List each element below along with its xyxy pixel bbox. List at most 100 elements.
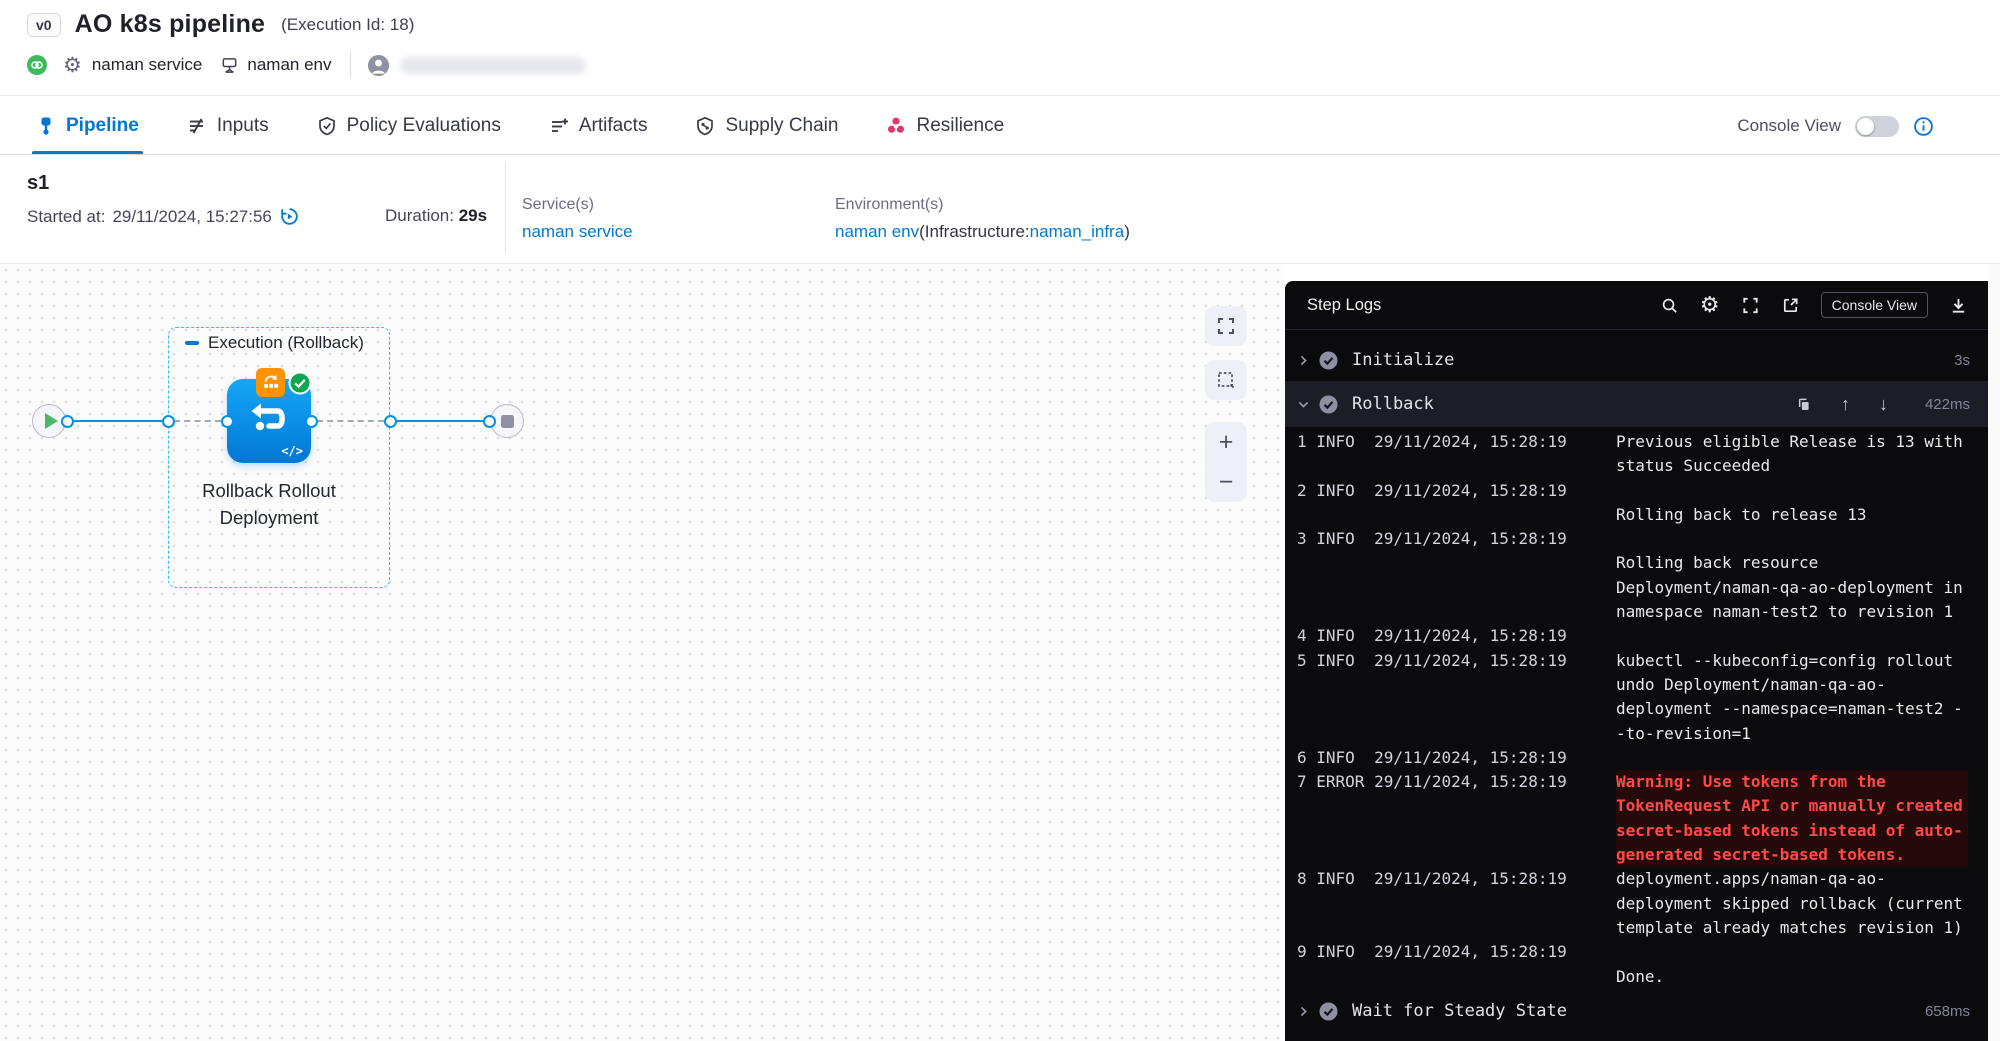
connector-dot xyxy=(221,415,234,428)
copy-logs-icon[interactable] xyxy=(1795,396,1812,413)
log-entry-meta: 9 INFO 29/11/2024, 15:28:19 xyxy=(1285,940,1616,989)
log-region: Step Logs ⚙ Console View xyxy=(1285,264,2000,1041)
console-view-label: Console View xyxy=(1737,116,1841,136)
tab-resilience[interactable]: Resilience xyxy=(886,97,1004,154)
execution-tabbar: Pipeline Inputs Policy Evaluations Artif… xyxy=(0,97,2000,155)
log-settings-gear-icon[interactable]: ⚙ xyxy=(1700,294,1720,316)
policy-shield-icon xyxy=(317,116,337,136)
log-entry-message: Rolling back resource Deployment/naman-q… xyxy=(1616,527,1968,624)
environment-link-line: naman env(Infrastructure:naman_infra) xyxy=(835,222,1130,242)
play-icon xyxy=(45,413,58,429)
connector-dot xyxy=(305,415,318,428)
section-name: Initialize xyxy=(1352,350,1454,370)
environment-link[interactable]: naman env xyxy=(835,222,919,241)
header-environment-name[interactable]: naman env xyxy=(247,55,331,75)
group-label: Execution (Rollback) xyxy=(208,333,364,353)
search-icon[interactable] xyxy=(1660,296,1679,315)
log-entry-message: Done. xyxy=(1616,940,1968,989)
open-external-icon[interactable] xyxy=(1781,296,1800,315)
title-row: v0 AO k8s pipeline (Execution Id: 18) xyxy=(27,10,414,39)
chevron-right-icon[interactable] xyxy=(1296,353,1311,368)
execution-id: (Execution Id: 18) xyxy=(281,15,414,35)
step-logs-panel: Step Logs ⚙ Console View xyxy=(1285,281,1988,1041)
tab-supply-chain-label: Supply Chain xyxy=(725,115,838,137)
zoom-in-button[interactable]: + xyxy=(1205,422,1247,462)
canvas-select-button[interactable] xyxy=(1205,360,1247,400)
tab-pipeline-label: Pipeline xyxy=(66,115,139,137)
tab-resilience-label: Resilience xyxy=(916,115,1004,137)
rollback-arrow-icon xyxy=(244,395,294,443)
step-success-icon xyxy=(1318,394,1339,415)
chevron-down-icon[interactable] xyxy=(1296,397,1311,412)
log-entry-meta: 8 INFO 29/11/2024, 15:28:19 xyxy=(1285,867,1616,940)
log-entry-message: Warning: Use tokens from the TokenReques… xyxy=(1616,770,1968,867)
log-entry-message: kubectl --kubeconfig=config rollout undo… xyxy=(1616,649,1968,746)
log-entry-message: Previous eligible Release is 13 with sta… xyxy=(1616,430,1968,479)
step-success-check-icon xyxy=(288,371,312,395)
pipeline-execution-page: v0 AO k8s pipeline (Execution Id: 18) ⚙ … xyxy=(0,0,2000,1041)
section-name: Wait for Steady State xyxy=(1352,1001,1567,1021)
log-section-initialize[interactable]: Initialize 3s xyxy=(1285,338,1988,382)
log-entry: 8 INFO 29/11/2024, 15:28:19 deployment.a… xyxy=(1285,867,1988,940)
user-avatar-icon xyxy=(367,54,390,77)
log-entry-meta: 6 INFO 29/11/2024, 15:28:19 xyxy=(1285,746,1616,770)
console-view-button[interactable]: Console View xyxy=(1821,292,1928,318)
step-logs-toolbar: ⚙ Console View xyxy=(1660,292,1968,318)
info-icon[interactable] xyxy=(1913,116,1934,137)
log-entry-meta: 3 INFO 29/11/2024, 15:28:19 xyxy=(1285,527,1616,624)
log-entry-message xyxy=(1616,746,1968,770)
log-entry: 4 INFO 29/11/2024, 15:28:19 xyxy=(1285,624,1988,648)
canvas-zoom-controls: + − xyxy=(1205,422,1247,502)
collapse-group-icon[interactable] xyxy=(185,341,199,345)
redacted-user-email xyxy=(400,57,586,74)
history-icon[interactable] xyxy=(279,206,300,227)
log-entry-meta: 7 ERROR 29/11/2024, 15:28:19 xyxy=(1285,770,1616,867)
scroll-up-icon[interactable]: ↑ xyxy=(1841,395,1850,413)
group-label-row: Execution (Rollback) xyxy=(185,333,364,353)
environment-icon xyxy=(220,56,239,75)
rollback-log-tools: ↑ ↓ xyxy=(1795,395,1888,413)
infrastructure-link[interactable]: naman_infra xyxy=(1030,222,1125,241)
header-service-name[interactable]: naman service xyxy=(92,55,203,75)
zoom-out-button[interactable]: − xyxy=(1205,462,1247,502)
log-section-wait-for-steady-state[interactable]: Wait for Steady State 658ms xyxy=(1285,989,1988,1033)
tab-inputs[interactable]: Inputs xyxy=(187,97,269,154)
connector-dot xyxy=(162,415,175,428)
edge-group-to-end xyxy=(396,420,483,422)
stage-summary-bar: s1 Started at: 29/11/2024, 15:27:56 Dura… xyxy=(0,156,2000,264)
chevron-right-icon[interactable] xyxy=(1296,1004,1311,1019)
stop-icon xyxy=(501,415,514,428)
log-section-rollback[interactable]: Rollback ↑ ↓ 422ms xyxy=(1285,381,1988,427)
environments-block: Environment(s) naman env(Infrastructure:… xyxy=(835,196,1130,242)
services-block: Service(s) naman service xyxy=(522,196,633,242)
scroll-down-icon[interactable]: ↓ xyxy=(1879,395,1888,413)
log-entry-meta: 4 INFO 29/11/2024, 15:28:19 xyxy=(1285,624,1616,648)
tab-inputs-label: Inputs xyxy=(217,115,269,137)
download-logs-icon[interactable] xyxy=(1949,296,1968,315)
gear-icon[interactable]: ⚙ xyxy=(63,55,82,76)
log-scrollbar-track[interactable] xyxy=(1988,264,2000,1041)
tab-pipeline[interactable]: Pipeline xyxy=(36,97,139,154)
log-entry-meta: 1 INFO 29/11/2024, 15:28:19 xyxy=(1285,430,1616,479)
fullscreen-icon[interactable] xyxy=(1741,296,1760,315)
supply-chain-shield-icon xyxy=(695,116,715,136)
tab-artifacts[interactable]: Artifacts xyxy=(549,97,648,154)
tab-policy-evaluations[interactable]: Policy Evaluations xyxy=(317,97,501,154)
connector-dot xyxy=(61,415,74,428)
header-divider xyxy=(350,52,351,78)
tab-supply-chain[interactable]: Supply Chain xyxy=(695,97,838,154)
canvas-fit-button[interactable] xyxy=(1205,306,1247,346)
environments-label: Environment(s) xyxy=(835,196,1130,214)
log-entry-meta: 5 INFO 29/11/2024, 15:28:19 xyxy=(1285,649,1616,746)
console-view-control: Console View xyxy=(1737,97,1934,155)
page-title: AO k8s pipeline xyxy=(75,10,266,39)
artifacts-icon xyxy=(549,116,569,136)
section-name: Rollback xyxy=(1352,394,1434,414)
step-success-icon xyxy=(1318,350,1339,371)
service-link[interactable]: naman service xyxy=(522,222,633,242)
resilience-chaos-icon xyxy=(886,116,906,136)
console-view-toggle[interactable] xyxy=(1855,116,1899,137)
execution-header: v0 AO k8s pipeline (Execution Id: 18) ⚙ … xyxy=(0,0,2000,96)
log-entry: 7 ERROR 29/11/2024, 15:28:19 Warning: Us… xyxy=(1285,770,1988,867)
log-entry: 9 INFO 29/11/2024, 15:28:19 Done. xyxy=(1285,940,1988,989)
